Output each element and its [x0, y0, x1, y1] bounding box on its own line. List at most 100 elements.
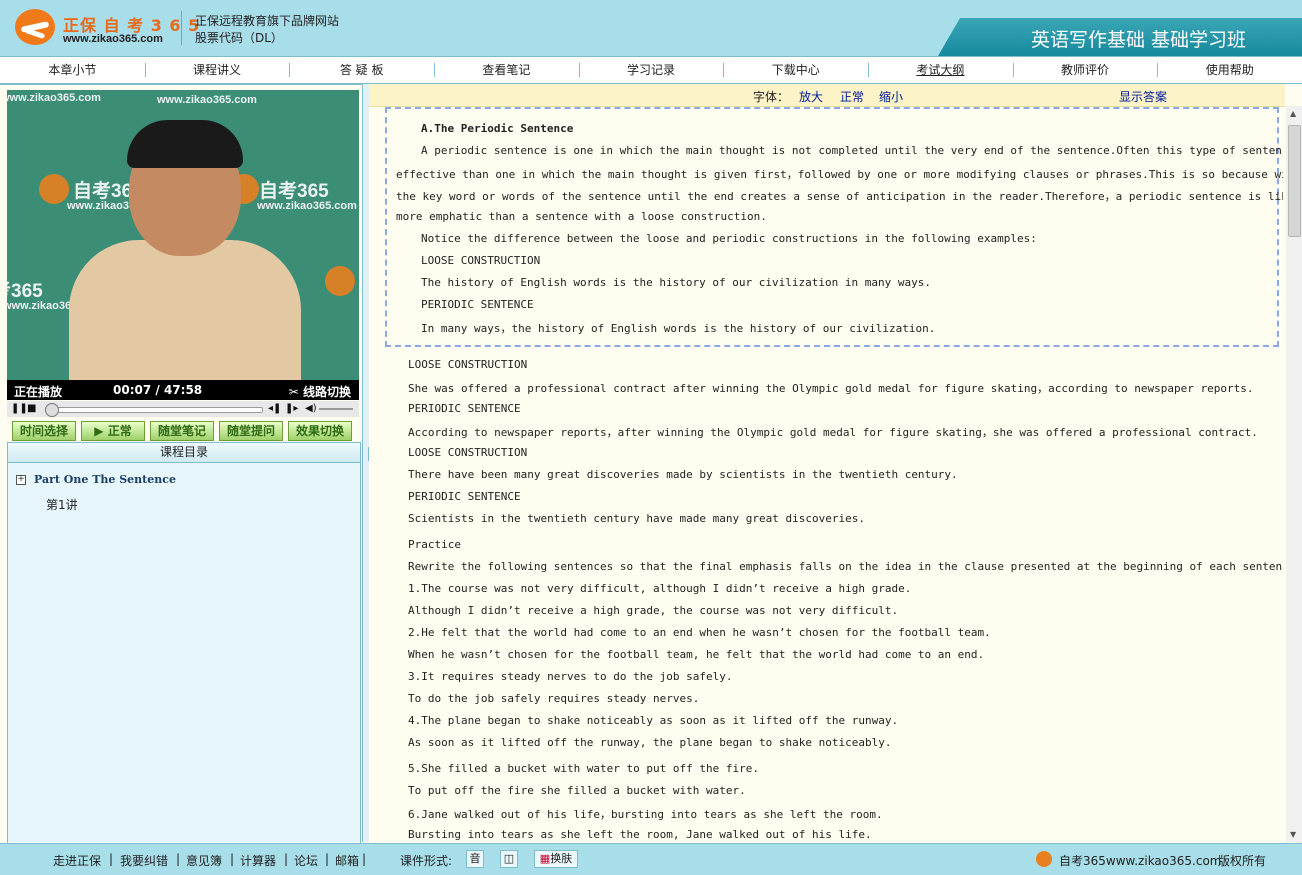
course-title: 英语写作基础 基础学习班: [1030, 29, 1246, 51]
main-nav: 本章小节 课程讲义 答 疑 板 查看笔记 学习记录 下载中心 考试大纲 教师评价…: [0, 57, 1302, 85]
show-answer-button[interactable]: 显示答案: [1119, 88, 1167, 105]
scroll-up-icon[interactable]: ▲: [1290, 109, 1296, 118]
seek-handle[interactable]: [45, 403, 60, 417]
body-line: PERIODIC SENTENCE: [408, 490, 521, 503]
layout-format-icon[interactable]: ◫: [500, 850, 518, 868]
nav-exam-syllabus[interactable]: 考试大纲: [868, 57, 1013, 83]
intro-line: Notice the difference between the loose …: [421, 232, 1037, 245]
stop-icon[interactable]: ■: [27, 402, 36, 416]
video-watermark-logo: 自考365: [259, 181, 329, 202]
time-select-button[interactable]: 时间选择: [12, 421, 76, 441]
player-button-row: 时间选择 ▶ 正常 随堂笔记 随堂提问 效果切换: [7, 421, 359, 441]
toc-part[interactable]: Part One The Sentence: [34, 473, 176, 486]
scroll-thumb[interactable]: [1288, 125, 1301, 237]
format-label: 课件形式:: [400, 854, 453, 868]
footer-link-mailbox[interactable]: 邮箱: [335, 852, 359, 869]
footer-link-about[interactable]: 走进正保: [53, 852, 101, 869]
copyright: 版权所有: [1218, 854, 1267, 868]
video-player[interactable]: www.zikao365.com www.zikao365.com 自考365 …: [7, 90, 359, 380]
volume-icon[interactable]: ◀): [305, 402, 317, 416]
left-panel: www.zikao365.com www.zikao365.com 自考365 …: [7, 90, 361, 844]
intro-line: effective than one in which the main tho…: [396, 168, 1283, 181]
duration: 47:58: [163, 383, 203, 397]
nav-lecture-notes[interactable]: 课程讲义: [144, 57, 290, 83]
font-shrink-button[interactable]: 缩小: [879, 88, 903, 105]
toc-tree: + Part One The Sentence 第1讲: [8, 463, 360, 842]
footer-separator: |: [109, 852, 114, 866]
intro-line: LOOSE CONSTRUCTION: [421, 254, 541, 267]
body-line: 2.He felt that the world had come to an …: [408, 626, 991, 639]
body-line: To do the job safely requires steady ner…: [408, 692, 700, 705]
font-label: 字体：: [753, 90, 790, 104]
class-question-button[interactable]: 随堂提问: [219, 421, 283, 441]
header: 正保 自 考 3 6 5 www.zikao365.com 正保远程教育旗下品牌…: [0, 0, 1302, 57]
lecture-content: 字体： 放大 正常 缩小 显示答案 A.The Periodic Sentenc…: [369, 84, 1302, 842]
nav-help[interactable]: 使用帮助: [1157, 57, 1302, 83]
footer-site-link[interactable]: 自考365www.zikao365.com: [1059, 852, 1221, 869]
effect-switch-button[interactable]: 效果切换: [288, 421, 352, 441]
nav-chapter-summary[interactable]: 本章小节: [0, 57, 145, 83]
intro-line: In many ways，the history of English word…: [421, 322, 936, 335]
font-toolbar: 字体： 放大 正常 缩小 显示答案: [369, 84, 1285, 107]
nav-qa-board[interactable]: 答 疑 板: [289, 57, 434, 83]
nav-study-record[interactable]: 学习记录: [578, 57, 724, 83]
body-line: 4.The plane began to shake noticeably as…: [408, 714, 899, 727]
intro-line: A periodic sentence is one in which the …: [421, 144, 1283, 157]
intro-box: [385, 107, 1279, 347]
volume-slider[interactable]: [319, 408, 353, 410]
footer-separator: |: [176, 852, 181, 866]
nav-download-center[interactable]: 下载中心: [723, 57, 868, 83]
footer-link-calculator[interactable]: 计算器: [240, 852, 276, 869]
body-line: 1.The course was not very difficult, alt…: [408, 582, 912, 595]
footer-link-feedback[interactable]: 意见簿: [186, 852, 222, 869]
font-normal-button[interactable]: 正常: [840, 88, 864, 105]
content-scrollbar[interactable]: ▲ ▼: [1286, 106, 1302, 842]
class-notes-button[interactable]: 随堂笔记: [150, 421, 214, 441]
body-line: Rewrite the following sentences so that …: [408, 560, 1283, 573]
player-controls: ❚❚ ■ ◂❚ ❚▸ ◀): [7, 401, 359, 417]
change-skin-label: 换肤: [550, 852, 573, 865]
video-watermark-url: www.zikao365.com: [157, 94, 257, 106]
body-line: There have been many great discoveries m…: [408, 468, 958, 481]
expand-icon[interactable]: +: [16, 475, 26, 485]
footer-separator: |: [284, 852, 289, 866]
play-icon: ▶: [94, 424, 108, 438]
nav-teacher-rating[interactable]: 教师评价: [1012, 57, 1158, 83]
footer-logo-icon: [1036, 851, 1052, 867]
panel-divider[interactable]: [362, 84, 369, 842]
seek-bar[interactable]: [45, 403, 263, 417]
watermark-logo-icon: [325, 266, 355, 296]
intro-line: The history of English words is the hist…: [421, 276, 931, 289]
body-line: Bursting into tears as she left the room…: [408, 828, 872, 841]
footer-link-report-error[interactable]: 我要纠错: [120, 852, 168, 869]
footer-separator: |: [325, 852, 330, 866]
body-line: According to newspaper reports，after win…: [408, 426, 1258, 439]
footer-separator: |: [362, 852, 367, 866]
watermark-logo-icon: [39, 174, 69, 204]
course-toc: 课程目录 + Part One The Sentence 第1讲: [7, 442, 361, 844]
body-line: LOOSE CONSTRUCTION: [408, 446, 528, 459]
footer-link-forum[interactable]: 论坛: [294, 852, 318, 869]
body-line: To put off the fire she filled a bucket …: [408, 784, 746, 797]
toc-lesson[interactable]: 第1讲: [46, 496, 78, 513]
video-status-bar: 正在播放 00:07 / 47:58 ✂ 线路切换: [7, 380, 359, 400]
header-divider: [181, 11, 182, 45]
font-enlarge-button[interactable]: 放大: [799, 88, 823, 105]
change-skin-button[interactable]: ▦换肤: [534, 850, 578, 868]
section-title: A.The Periodic Sentence: [421, 122, 574, 135]
rewind-icon[interactable]: ◂❚: [268, 402, 281, 416]
nav-view-notes[interactable]: 查看笔记: [434, 57, 579, 83]
scroll-down-icon[interactable]: ▼: [1290, 830, 1296, 839]
pause-icon[interactable]: ❚❚: [11, 402, 28, 416]
lecturer-hair: [127, 120, 243, 168]
palette-icon: ▦: [539, 852, 551, 865]
body-line: 3.It requires steady nerves to do the jo…: [408, 670, 733, 683]
course-banner: 英语写作基础 基础学习班: [938, 18, 1302, 56]
body-line: LOOSE CONSTRUCTION: [408, 358, 528, 371]
forward-icon[interactable]: ❚▸: [285, 402, 298, 416]
normal-speed-button[interactable]: ▶ 正常: [81, 421, 145, 441]
body-line: Although I didn’t receive a high grade, …: [408, 604, 899, 617]
line-switch-button[interactable]: ✂ 线路切换: [289, 383, 351, 400]
audio-format-button[interactable]: 音: [466, 850, 484, 868]
body-line: PERIODIC SENTENCE: [408, 402, 521, 415]
